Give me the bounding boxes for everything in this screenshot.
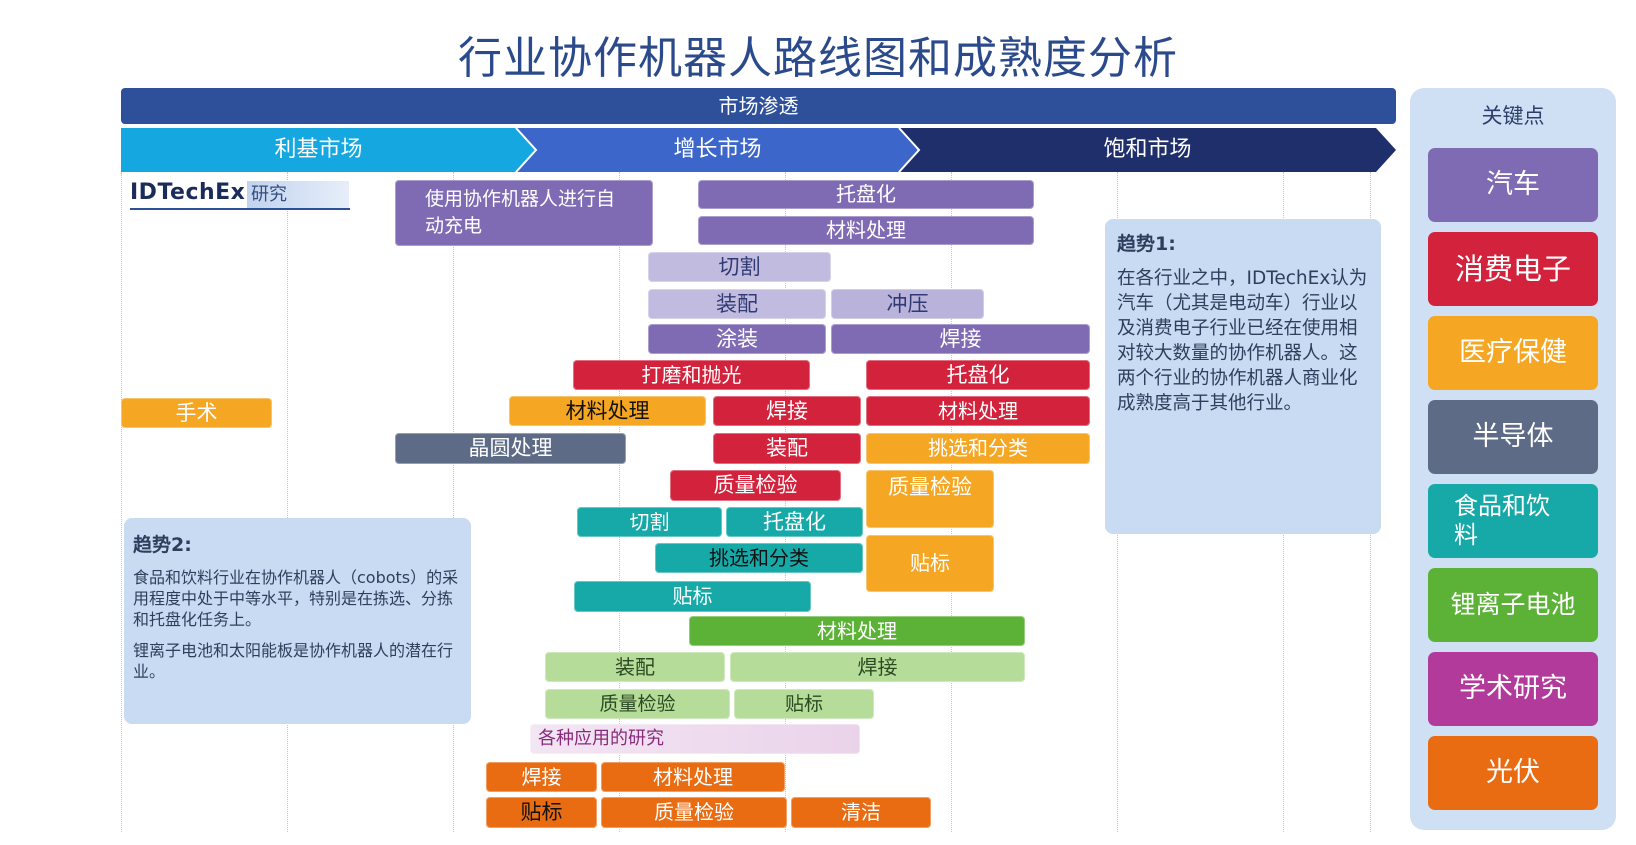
bar-pv-welding: 焊接 bbox=[486, 762, 597, 792]
brand-underline bbox=[130, 208, 350, 210]
bar-auto-palletizing: 托盘化 bbox=[698, 180, 1034, 209]
trend1-box: 趋势1: 在各行业之中，IDTechEx认为汽车（尤其是电动车）行业以及消费电子… bbox=[1105, 219, 1381, 534]
brand-logo: IDTechEx bbox=[130, 180, 246, 205]
bar-hc-surgery: 手术 bbox=[121, 398, 272, 428]
trend1-body: 在各行业之中，IDTechEx认为汽车（尤其是电动车）行业以及消费电子行业已经在… bbox=[1117, 268, 1368, 414]
trend2-box: 趋势2: 食品和饮料行业在协作机器人（cobots）的采用程度中处于中等水平，特… bbox=[124, 518, 471, 724]
phase-saturated: 饱和市场 bbox=[1103, 137, 1192, 162]
bar-hc-label: 贴标 bbox=[866, 535, 994, 592]
bar-auto-material: 材料处理 bbox=[698, 216, 1034, 245]
key-consumer-electronics: 消费电子 bbox=[1428, 232, 1598, 306]
key-automotive: 汽车 bbox=[1428, 148, 1598, 222]
key-photovoltaic: 光伏 bbox=[1428, 736, 1598, 810]
bar-li-welding: 焊接 bbox=[730, 652, 1025, 682]
key-semiconductor: 半导体 bbox=[1428, 400, 1598, 474]
bar-auto-welding: 焊接 bbox=[831, 324, 1090, 354]
key-points-title: 关键点 bbox=[1481, 104, 1545, 128]
key-food-beverage: 食品和饮料 bbox=[1428, 484, 1598, 558]
phase-niche: 利基市场 bbox=[274, 137, 363, 162]
phase-growth: 增长市场 bbox=[673, 137, 762, 162]
bar-fb-label: 贴标 bbox=[574, 581, 811, 612]
bar-ce-qc: 质量检验 bbox=[670, 470, 841, 501]
bar-auto-charging: 使用协作机器人进行自动充电 bbox=[395, 180, 653, 246]
bar-auto-cutting: 切割 bbox=[648, 252, 831, 282]
bar-li-material: 材料处理 bbox=[689, 616, 1025, 646]
grid-line bbox=[287, 172, 288, 832]
bar-hc-qc: 质量检验 bbox=[866, 470, 994, 528]
bar-li-qc: 质量检验 bbox=[545, 689, 730, 719]
bar-fb-cutting: 切割 bbox=[577, 507, 722, 537]
bar-auto-stamping: 冲压 bbox=[831, 289, 984, 319]
brand-suffix: 研究 bbox=[247, 181, 349, 209]
key-academic-research: 学术研究 bbox=[1428, 652, 1598, 726]
key-points-panel: 关键点 汽车 消费电子 医疗保健 半导体 食品和饮料 锂离子电池 学术研究 光伏 bbox=[1410, 88, 1616, 830]
page-title: 行业协作机器人路线图和成熟度分析 bbox=[458, 33, 1178, 84]
bar-pv-cleaning: 清洁 bbox=[791, 797, 931, 828]
bar-li-assembly: 装配 bbox=[545, 652, 725, 682]
grid-line bbox=[453, 172, 454, 832]
bar-ce-grinding: 打磨和抛光 bbox=[573, 360, 810, 390]
bar-fb-palletizing: 托盘化 bbox=[726, 507, 863, 537]
market-penetration-bar: 市场渗透 bbox=[121, 88, 1396, 124]
market-phases: 利基市场 增长市场 饱和市场 bbox=[121, 128, 1396, 172]
bar-ce-palletizing: 托盘化 bbox=[866, 360, 1090, 390]
grid-line bbox=[121, 172, 122, 832]
bar-pv-label: 贴标 bbox=[486, 797, 597, 828]
bar-ce-welding: 焊接 bbox=[713, 396, 861, 426]
bar-pv-material: 材料处理 bbox=[601, 762, 785, 792]
key-healthcare: 医疗保健 bbox=[1428, 316, 1598, 390]
bar-hc-material: 材料处理 bbox=[509, 396, 706, 426]
bar-ce-material: 材料处理 bbox=[866, 396, 1090, 426]
bar-li-label: 贴标 bbox=[734, 689, 874, 719]
bar-auto-painting: 涂装 bbox=[648, 324, 826, 354]
bar-fb-pick: 挑选和分类 bbox=[655, 543, 863, 573]
bar-hc-pick: 挑选和分类 bbox=[866, 433, 1090, 464]
trend1-heading: 趋势1: bbox=[1117, 233, 1176, 255]
bar-ce-assembly: 装配 bbox=[713, 433, 861, 464]
trend2-heading: 趋势2: bbox=[133, 534, 192, 556]
bar-ac-research: 各种应用的研究 bbox=[530, 724, 860, 754]
bar-auto-assembly: 装配 bbox=[648, 289, 826, 319]
trend2-body2: 锂离子电池和太阳能板是协作机器人的潜在行业。 bbox=[133, 641, 454, 681]
trend2-body1: 食品和饮料行业在协作机器人（cobots）的采用程度中处于中等水平，特别是在拣选… bbox=[133, 568, 459, 629]
key-li-ion-battery: 锂离子电池 bbox=[1428, 568, 1598, 642]
bar-semi-wafer: 晶圆处理 bbox=[395, 433, 626, 464]
bar-pv-qc: 质量检验 bbox=[601, 797, 787, 828]
